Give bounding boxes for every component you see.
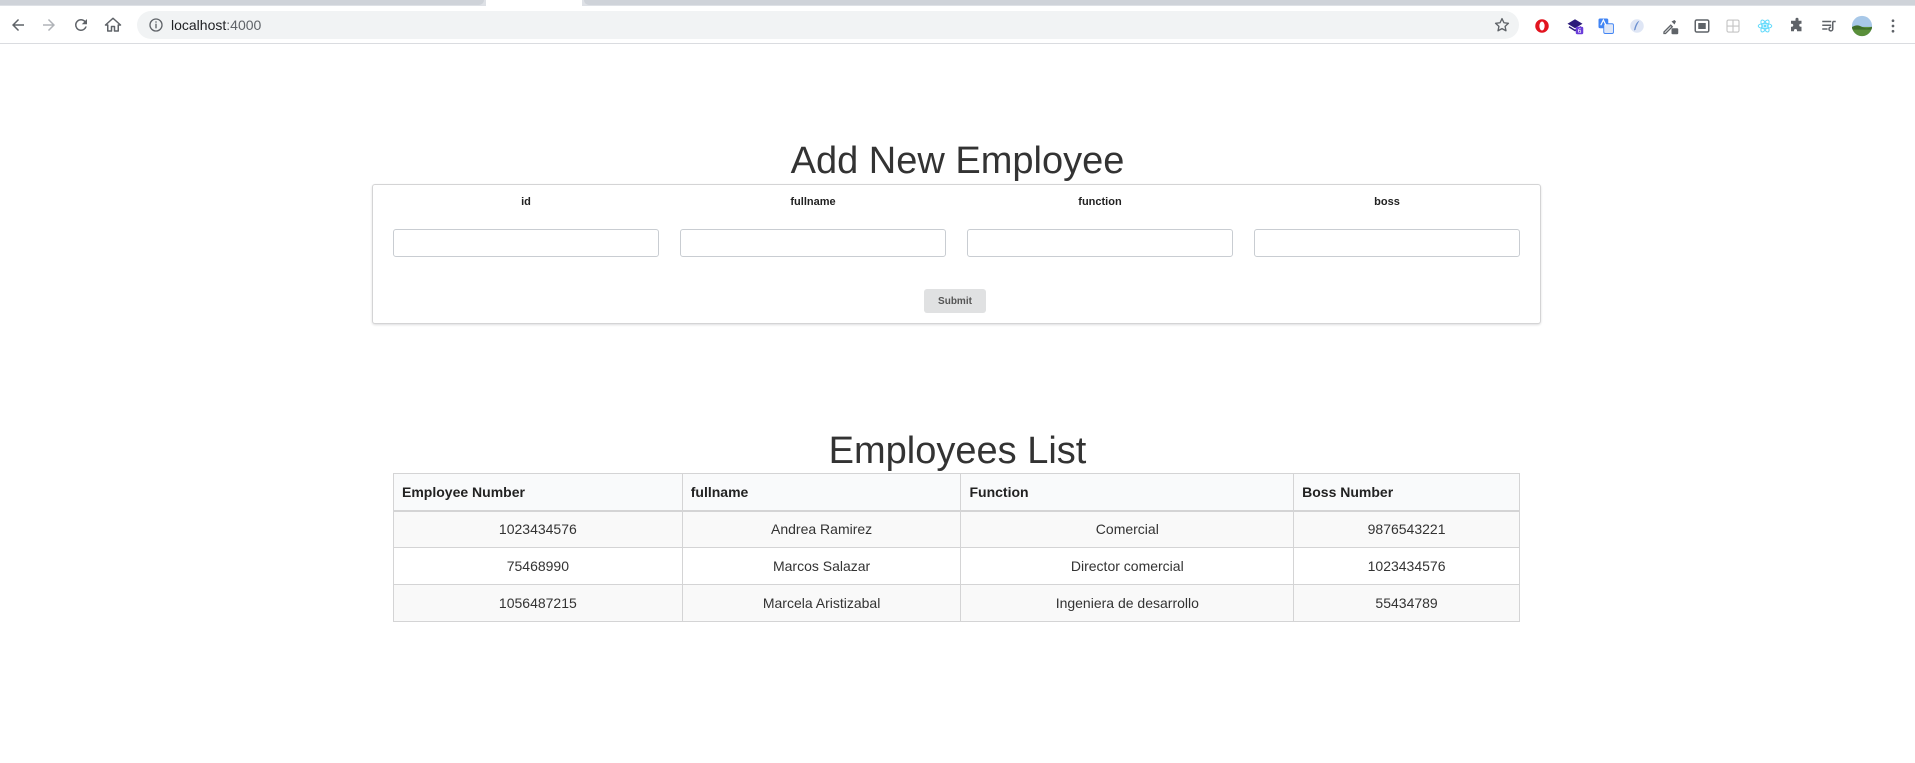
url-text[interactable]: localhost:4000 bbox=[171, 17, 261, 33]
submit-button[interactable]: Submit bbox=[924, 289, 986, 313]
cell-function: Ingeniera de desarrollo bbox=[960, 584, 1295, 622]
function-input[interactable] bbox=[967, 229, 1233, 257]
field-fullname: fullname bbox=[680, 195, 946, 257]
field-label-fullname: fullname bbox=[790, 196, 836, 208]
reload-icon bbox=[74, 18, 87, 31]
employees-table: Employee Number fullname Function Boss N… bbox=[393, 473, 1520, 622]
cell-boss-number: 55434789 bbox=[1293, 584, 1520, 622]
field-function: function bbox=[967, 195, 1233, 257]
cell-fullname: Marcela Aristizabal bbox=[681, 584, 962, 622]
forward-button[interactable] bbox=[35, 11, 63, 39]
table-row: 1023434576 Andrea Ramirez Comercial 9876… bbox=[393, 510, 1520, 548]
feather-extension-icon[interactable] bbox=[1628, 17, 1646, 35]
back-button[interactable] bbox=[4, 11, 32, 39]
table-row: 75468990 Marcos Salazar Director comerci… bbox=[393, 547, 1520, 585]
url-port: :4000 bbox=[226, 17, 262, 33]
table-row: 1056487215 Marcela Aristizabal Ingeniera… bbox=[393, 584, 1520, 622]
stacked-layers-extension-icon[interactable]: 6 bbox=[1566, 17, 1584, 35]
translate-extension-icon[interactable] bbox=[1597, 17, 1615, 35]
field-id: id bbox=[393, 195, 659, 257]
id-input[interactable] bbox=[393, 229, 659, 257]
column-header-employee-number: Employee Number bbox=[393, 473, 683, 512]
field-label-id: id bbox=[521, 196, 531, 208]
field-label-boss: boss bbox=[1374, 196, 1400, 208]
employees-list-title: Employees List bbox=[828, 430, 1087, 472]
inactive-tab[interactable] bbox=[0, 0, 484, 5]
add-employee-form: id fullname function boss Submit bbox=[372, 184, 1541, 324]
extension-badge: 6 bbox=[1578, 28, 1582, 35]
cell-boss-number: 9876543221 bbox=[1293, 510, 1520, 548]
field-label-function: function bbox=[1078, 196, 1122, 208]
reload-button[interactable] bbox=[67, 11, 95, 39]
profile-avatar[interactable] bbox=[1851, 15, 1873, 37]
cell-fullname: Andrea Ramirez bbox=[681, 510, 962, 548]
fullname-input[interactable] bbox=[680, 229, 946, 257]
field-boss: boss bbox=[1254, 195, 1520, 257]
cell-fullname: Marcos Salazar bbox=[681, 547, 962, 585]
table-header-row: Employee Number fullname Function Boss N… bbox=[393, 473, 1520, 512]
eyedropper-extension-icon[interactable] bbox=[1661, 17, 1679, 35]
cell-employee-number: 1023434576 bbox=[393, 510, 683, 548]
cell-employee-number: 1056487215 bbox=[393, 584, 683, 622]
reading-list-icon[interactable] bbox=[1820, 17, 1838, 35]
column-header-function: Function bbox=[960, 473, 1295, 512]
star-icon[interactable] bbox=[1493, 16, 1511, 34]
opera-extension-icon[interactable] bbox=[1533, 17, 1551, 35]
kebab-menu-icon[interactable] bbox=[1884, 17, 1902, 35]
address-bar[interactable]: localhost:4000 bbox=[137, 11, 1519, 39]
column-header-fullname: fullname bbox=[681, 473, 962, 512]
cell-function: Director comercial bbox=[960, 547, 1295, 585]
home-button[interactable] bbox=[99, 11, 127, 39]
home-icon bbox=[104, 17, 122, 32]
url-host: localhost bbox=[171, 17, 227, 33]
column-header-boss-number: Boss Number bbox=[1293, 473, 1520, 512]
boss-input[interactable] bbox=[1254, 229, 1520, 257]
react-devtools-icon[interactable] bbox=[1756, 17, 1774, 35]
back-arrow-icon bbox=[12, 19, 24, 31]
info-icon[interactable] bbox=[148, 17, 164, 33]
browser-toolbar: localhost:4000 6 bbox=[0, 6, 1915, 44]
puzzle-extensions-icon[interactable] bbox=[1788, 17, 1806, 35]
grid-extension-icon[interactable] bbox=[1724, 17, 1742, 35]
screenshot-extension-icon[interactable] bbox=[1693, 17, 1711, 35]
cell-function: Comercial bbox=[960, 510, 1295, 548]
forward-arrow-icon bbox=[43, 19, 55, 31]
add-employee-title: Add New Employee bbox=[790, 140, 1125, 182]
cell-employee-number: 75468990 bbox=[393, 547, 683, 585]
inactive-tab[interactable] bbox=[584, 0, 1915, 5]
cell-boss-number: 1023434576 bbox=[1293, 547, 1520, 585]
